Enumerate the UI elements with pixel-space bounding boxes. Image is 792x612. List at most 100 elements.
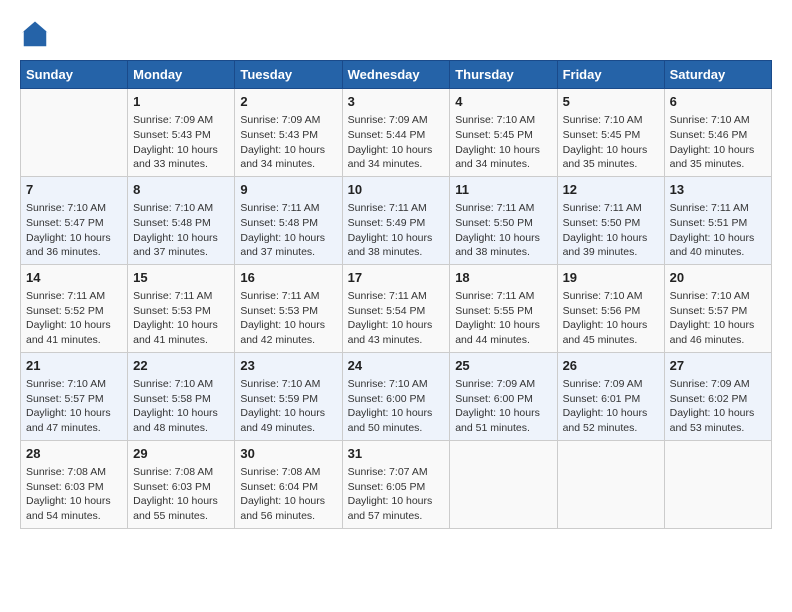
day-info: Sunrise: 7:08 AM Sunset: 6:03 PM Dayligh…	[26, 465, 122, 524]
day-number: 1	[133, 93, 229, 111]
day-info: Sunrise: 7:10 AM Sunset: 5:57 PM Dayligh…	[670, 289, 766, 348]
day-info: Sunrise: 7:10 AM Sunset: 5:58 PM Dayligh…	[133, 377, 229, 436]
day-number: 31	[348, 445, 445, 463]
day-info: Sunrise: 7:11 AM Sunset: 5:50 PM Dayligh…	[455, 201, 551, 260]
logo-icon	[20, 20, 50, 50]
day-number: 2	[240, 93, 336, 111]
day-info: Sunrise: 7:08 AM Sunset: 6:03 PM Dayligh…	[133, 465, 229, 524]
calendar-cell: 16 Sunrise: 7:11 AM Sunset: 5:53 PM Dayli…	[235, 264, 342, 352]
day-number: 11	[455, 181, 551, 199]
calendar-cell: 4 Sunrise: 7:10 AM Sunset: 5:45 PM Daylig…	[450, 89, 557, 177]
day-info: Sunrise: 7:11 AM Sunset: 5:55 PM Dayligh…	[455, 289, 551, 348]
header-sunday: Sunday	[21, 61, 128, 89]
day-number: 13	[670, 181, 766, 199]
calendar-cell: 1Sunrise: 7:09 AM Sunset: 5:43 PM Daylig…	[128, 89, 235, 177]
day-info: Sunrise: 7:10 AM Sunset: 5:45 PM Dayligh…	[563, 113, 659, 172]
calendar-cell: 9 Sunrise: 7:11 AM Sunset: 5:48 PM Daylig…	[235, 176, 342, 264]
day-info: Sunrise: 7:11 AM Sunset: 5:52 PM Dayligh…	[26, 289, 122, 348]
day-number: 17	[348, 269, 445, 287]
day-number: 16	[240, 269, 336, 287]
calendar-cell: 18 Sunrise: 7:11 AM Sunset: 5:55 PM Dayli…	[450, 264, 557, 352]
calendar-cell	[450, 440, 557, 528]
calendar-cell: 24Sunrise: 7:10 AM Sunset: 6:00 PM Dayli…	[342, 352, 450, 440]
day-info: Sunrise: 7:09 AM Sunset: 5:43 PM Dayligh…	[240, 113, 336, 172]
day-number: 30	[240, 445, 336, 463]
calendar-cell: 6 Sunrise: 7:10 AM Sunset: 5:46 PM Daylig…	[664, 89, 771, 177]
calendar-cell: 20 Sunrise: 7:10 AM Sunset: 5:57 PM Dayli…	[664, 264, 771, 352]
day-number: 20	[670, 269, 766, 287]
header-friday: Friday	[557, 61, 664, 89]
day-number: 23	[240, 357, 336, 375]
calendar-cell: 12Sunrise: 7:11 AM Sunset: 5:50 PM Dayli…	[557, 176, 664, 264]
day-info: Sunrise: 7:10 AM Sunset: 5:45 PM Dayligh…	[455, 113, 551, 172]
day-number: 24	[348, 357, 445, 375]
day-number: 26	[563, 357, 659, 375]
day-number: 25	[455, 357, 551, 375]
calendar-cell: 15Sunrise: 7:11 AM Sunset: 5:53 PM Dayli…	[128, 264, 235, 352]
day-number: 14	[26, 269, 122, 287]
page-header	[20, 20, 772, 50]
week-row-3: 14 Sunrise: 7:11 AM Sunset: 5:52 PM Dayli…	[21, 264, 772, 352]
day-info: Sunrise: 7:11 AM Sunset: 5:51 PM Dayligh…	[670, 201, 766, 260]
day-number: 22	[133, 357, 229, 375]
day-info: Sunrise: 7:11 AM Sunset: 5:53 PM Dayligh…	[240, 289, 336, 348]
day-number: 27	[670, 357, 766, 375]
day-info: Sunrise: 7:11 AM Sunset: 5:54 PM Dayligh…	[348, 289, 445, 348]
header-thursday: Thursday	[450, 61, 557, 89]
calendar-cell: 17 Sunrise: 7:11 AM Sunset: 5:54 PM Dayli…	[342, 264, 450, 352]
week-row-4: 21 Sunrise: 7:10 AM Sunset: 5:57 PM Dayli…	[21, 352, 772, 440]
day-number: 7	[26, 181, 122, 199]
day-number: 8	[133, 181, 229, 199]
header-monday: Monday	[128, 61, 235, 89]
day-info: Sunrise: 7:11 AM Sunset: 5:50 PM Dayligh…	[563, 201, 659, 260]
calendar-cell: 8 Sunrise: 7:10 AM Sunset: 5:48 PM Daylig…	[128, 176, 235, 264]
calendar-cell: 27 Sunrise: 7:09 AM Sunset: 6:02 PM Dayli…	[664, 352, 771, 440]
day-info: Sunrise: 7:10 AM Sunset: 5:48 PM Dayligh…	[133, 201, 229, 260]
calendar-cell: 31 Sunrise: 7:07 AM Sunset: 6:05 PM Dayli…	[342, 440, 450, 528]
day-number: 5	[563, 93, 659, 111]
day-number: 10	[348, 181, 445, 199]
day-info: Sunrise: 7:09 AM Sunset: 6:01 PM Dayligh…	[563, 377, 659, 436]
calendar-cell: 11 Sunrise: 7:11 AM Sunset: 5:50 PM Dayli…	[450, 176, 557, 264]
day-number: 21	[26, 357, 122, 375]
day-number: 3	[348, 93, 445, 111]
calendar-cell: 30Sunrise: 7:08 AM Sunset: 6:04 PM Dayli…	[235, 440, 342, 528]
calendar-cell: 28 Sunrise: 7:08 AM Sunset: 6:03 PM Dayli…	[21, 440, 128, 528]
calendar-cell: 29 Sunrise: 7:08 AM Sunset: 6:03 PM Dayli…	[128, 440, 235, 528]
calendar-cell: 5 Sunrise: 7:10 AM Sunset: 5:45 PM Daylig…	[557, 89, 664, 177]
calendar-cell: 7Sunrise: 7:10 AM Sunset: 5:47 PM Daylig…	[21, 176, 128, 264]
calendar-cell: 26 Sunrise: 7:09 AM Sunset: 6:01 PM Dayli…	[557, 352, 664, 440]
day-info: Sunrise: 7:09 AM Sunset: 6:00 PM Dayligh…	[455, 377, 551, 436]
day-info: Sunrise: 7:09 AM Sunset: 6:02 PM Dayligh…	[670, 377, 766, 436]
header-tuesday: Tuesday	[235, 61, 342, 89]
calendar-cell: 13 Sunrise: 7:11 AM Sunset: 5:51 PM Dayli…	[664, 176, 771, 264]
week-row-2: 7Sunrise: 7:10 AM Sunset: 5:47 PM Daylig…	[21, 176, 772, 264]
header-wednesday: Wednesday	[342, 61, 450, 89]
calendar-cell: 22 Sunrise: 7:10 AM Sunset: 5:58 PM Dayli…	[128, 352, 235, 440]
calendar-cell: 19Sunrise: 7:10 AM Sunset: 5:56 PM Dayli…	[557, 264, 664, 352]
day-info: Sunrise: 7:07 AM Sunset: 6:05 PM Dayligh…	[348, 465, 445, 524]
calendar-cell: 10Sunrise: 7:11 AM Sunset: 5:49 PM Dayli…	[342, 176, 450, 264]
day-info: Sunrise: 7:10 AM Sunset: 5:56 PM Dayligh…	[563, 289, 659, 348]
header-saturday: Saturday	[664, 61, 771, 89]
day-number: 18	[455, 269, 551, 287]
header-row: SundayMondayTuesdayWednesdayThursdayFrid…	[21, 61, 772, 89]
day-number: 6	[670, 93, 766, 111]
day-info: Sunrise: 7:11 AM Sunset: 5:48 PM Dayligh…	[240, 201, 336, 260]
calendar-table: SundayMondayTuesdayWednesdayThursdayFrid…	[20, 60, 772, 529]
day-number: 29	[133, 445, 229, 463]
day-info: Sunrise: 7:10 AM Sunset: 5:59 PM Dayligh…	[240, 377, 336, 436]
week-row-5: 28 Sunrise: 7:08 AM Sunset: 6:03 PM Dayli…	[21, 440, 772, 528]
day-info: Sunrise: 7:10 AM Sunset: 5:57 PM Dayligh…	[26, 377, 122, 436]
calendar-cell: 23 Sunrise: 7:10 AM Sunset: 5:59 PM Dayli…	[235, 352, 342, 440]
week-row-1: 1 Sunrise: 7:09 AM Sunset: 5:43 PM Daylig…	[21, 89, 772, 177]
day-info: Sunrise: 7:09 AM Sunset: 5:44 PM Dayligh…	[348, 113, 445, 172]
day-number: 4	[455, 93, 551, 111]
calendar-cell: 2 Sunrise: 7:09 AM Sunset: 5:43 PM Daylig…	[235, 89, 342, 177]
day-info: Sunrise: 7:11 AM Sunset: 5:53 PM Dayligh…	[133, 289, 229, 348]
calendar-cell: 25 Sunrise: 7:09 AM Sunset: 6:00 PM Dayli…	[450, 352, 557, 440]
day-number: 9	[240, 181, 336, 199]
calendar-cell	[557, 440, 664, 528]
day-info: Sunrise: 7:10 AM Sunset: 5:46 PM Dayligh…	[670, 113, 766, 172]
day-number: 28	[26, 445, 122, 463]
